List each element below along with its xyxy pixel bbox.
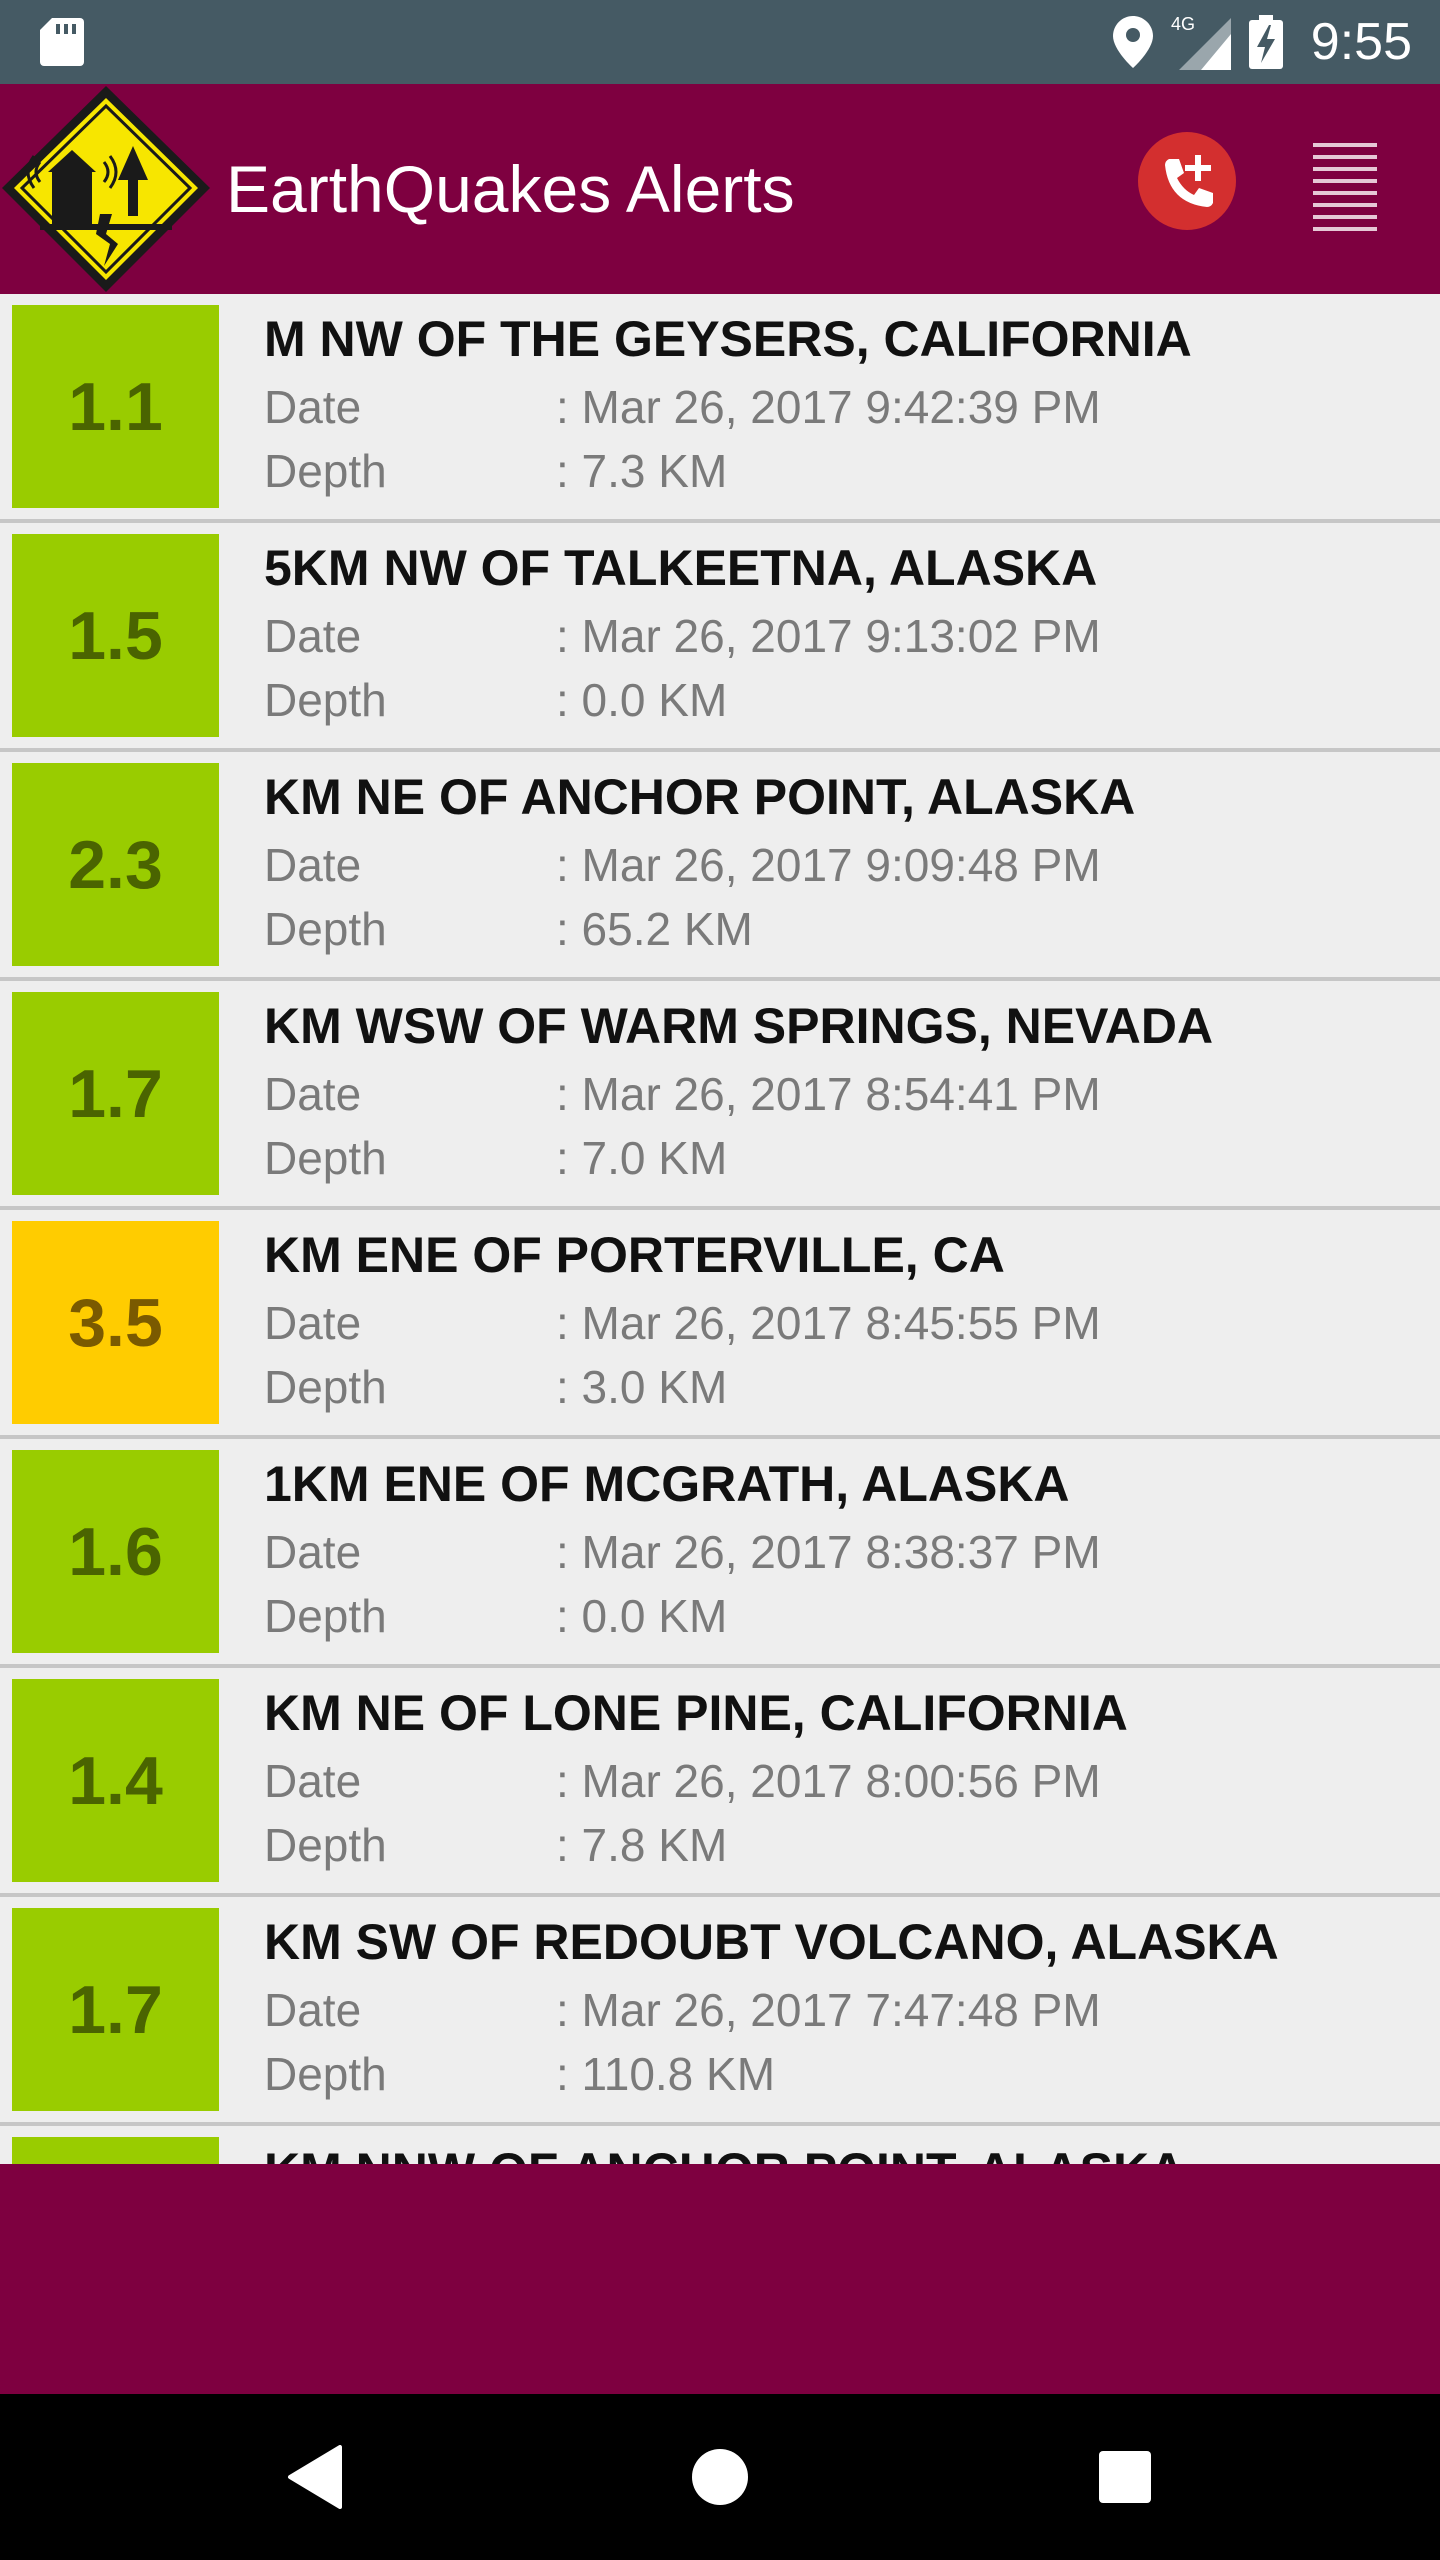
magnitude-badge: 2.3 — [12, 763, 219, 966]
quake-location: M NW OF THE GEYSERS, CALIFORNIA — [264, 311, 1192, 367]
date-label: Date — [264, 1984, 362, 2036]
depth-label: Depth — [264, 674, 387, 726]
quake-location: KM NE OF LONE PINE, CALIFORNIA — [264, 1685, 1128, 1741]
home-circle-icon — [692, 2449, 748, 2505]
quake-location: KM ENE OF PORTERVILLE, CA — [264, 1227, 1005, 1283]
back-button[interactable] — [266, 2427, 366, 2527]
location-icon — [1112, 16, 1153, 68]
earthquake-list[interactable]: 1.1 M NW OF THE GEYSERS, CALIFORNIA Date… — [0, 294, 1440, 2164]
status-time: 9:55 — [1310, 13, 1412, 71]
date-value: : Mar 26, 2017 8:38:37 PM — [556, 1526, 1101, 1578]
date-value: : Mar 26, 2017 9:13:02 PM — [556, 610, 1101, 662]
depth-label: Depth — [264, 1590, 387, 1642]
quake-location: KM WSW OF WARM SPRINGS, NEVADA — [264, 998, 1214, 1054]
date-value: : Mar 26, 2017 8:54:41 PM — [556, 1068, 1101, 1120]
depth-value: : 3.0 KM — [556, 1361, 728, 1413]
home-button[interactable] — [670, 2427, 770, 2527]
back-triangle-icon — [288, 2445, 342, 2509]
list-item[interactable]: KM NNW OF ANCHOR POINT, ALASKA — [0, 2126, 1440, 2164]
date-label: Date — [264, 610, 362, 662]
magnitude-badge: 1.7 — [12, 992, 219, 1195]
network-type: 4G — [1171, 14, 1195, 34]
status-bar: 4G 9:55 — [0, 0, 1440, 84]
signal-icon: 4G — [1171, 14, 1231, 70]
quake-location: KM SW OF REDOUBT VOLCANO, ALASKA — [264, 1914, 1279, 1970]
depth-label: Depth — [264, 2048, 387, 2100]
date-label: Date — [264, 1755, 362, 1807]
magnitude-badge — [12, 2137, 219, 2164]
recents-button[interactable] — [1075, 2427, 1175, 2527]
magnitude-badge: 1.5 — [12, 534, 219, 737]
bottom-banner — [0, 2164, 1440, 2394]
date-value: : Mar 26, 2017 8:45:55 PM — [556, 1297, 1101, 1349]
menu-button[interactable] — [1300, 136, 1390, 236]
date-label: Date — [264, 1297, 362, 1349]
date-label: Date — [264, 839, 362, 891]
depth-value: : 65.2 KM — [556, 903, 753, 955]
depth-value: : 0.0 KM — [556, 1590, 728, 1642]
depth-value: : 7.8 KM — [556, 1819, 728, 1871]
battery-charging-icon — [1248, 15, 1283, 69]
list-item[interactable]: 3.5 KM ENE OF PORTERVILLE, CA Date : Mar… — [0, 1210, 1440, 1439]
date-label: Date — [264, 1526, 362, 1578]
quake-location: KM NNW OF ANCHOR POINT, ALASKA — [264, 2142, 1424, 2164]
magnitude-badge: 1.7 — [12, 1908, 219, 2111]
depth-label: Depth — [264, 1819, 387, 1871]
phone-add-icon — [1165, 155, 1213, 207]
date-value: : Mar 26, 2017 7:47:48 PM — [556, 1984, 1101, 2036]
list-item[interactable]: 1.4 KM NE OF LONE PINE, CALIFORNIA Date … — [0, 1668, 1440, 1897]
depth-label: Depth — [264, 903, 387, 955]
list-item[interactable]: 1.5 5KM NW OF TALKEETNA, ALASKA Date : M… — [0, 523, 1440, 752]
emergency-call-button[interactable] — [1138, 132, 1236, 230]
depth-label: Depth — [264, 445, 387, 497]
date-label: Date — [264, 1068, 362, 1120]
depth-value: : 110.8 KM — [556, 2048, 776, 2100]
depth-value: : 0.0 KM — [556, 674, 728, 726]
sd-card-icon — [40, 18, 84, 66]
quake-location: KM NE OF ANCHOR POINT, ALASKA — [264, 769, 1136, 825]
menu-lines-icon — [1313, 143, 1377, 231]
list-item[interactable]: 1.7 KM WSW OF WARM SPRINGS, NEVADA Date … — [0, 981, 1440, 1210]
depth-value: : 7.0 KM — [556, 1132, 728, 1184]
date-value: : Mar 26, 2017 9:42:39 PM — [556, 381, 1101, 433]
app-bar: EarthQuakes Alerts — [0, 84, 1440, 294]
magnitude-badge: 1.1 — [12, 305, 219, 508]
list-item[interactable]: 2.3 KM NE OF ANCHOR POINT, ALASKA Date :… — [0, 752, 1440, 981]
date-value: : Mar 26, 2017 8:00:56 PM — [556, 1755, 1101, 1807]
depth-label: Depth — [264, 1361, 387, 1413]
earthquake-warning-logo-icon — [2, 86, 210, 292]
magnitude-badge: 1.6 — [12, 1450, 219, 1653]
list-item[interactable]: 1.6 1KM ENE OF MCGRATH, ALASKA Date : Ma… — [0, 1439, 1440, 1668]
date-label: Date — [264, 381, 362, 433]
depth-label: Depth — [264, 1132, 387, 1184]
quake-location: 1KM ENE OF MCGRATH, ALASKA — [264, 1456, 1070, 1512]
depth-value: : 7.3 KM — [556, 445, 728, 497]
list-item[interactable]: 1.7 KM SW OF REDOUBT VOLCANO, ALASKA Dat… — [0, 1897, 1440, 2126]
magnitude-badge: 3.5 — [12, 1221, 219, 1424]
navigation-bar — [0, 2394, 1440, 2560]
magnitude-badge: 1.4 — [12, 1679, 219, 1882]
app-title: EarthQuakes Alerts — [226, 152, 795, 226]
recents-square-icon — [1099, 2451, 1151, 2503]
quake-location: 5KM NW OF TALKEETNA, ALASKA — [264, 540, 1098, 596]
list-item[interactable]: 1.1 M NW OF THE GEYSERS, CALIFORNIA Date… — [0, 294, 1440, 523]
date-value: : Mar 26, 2017 9:09:48 PM — [556, 839, 1101, 891]
